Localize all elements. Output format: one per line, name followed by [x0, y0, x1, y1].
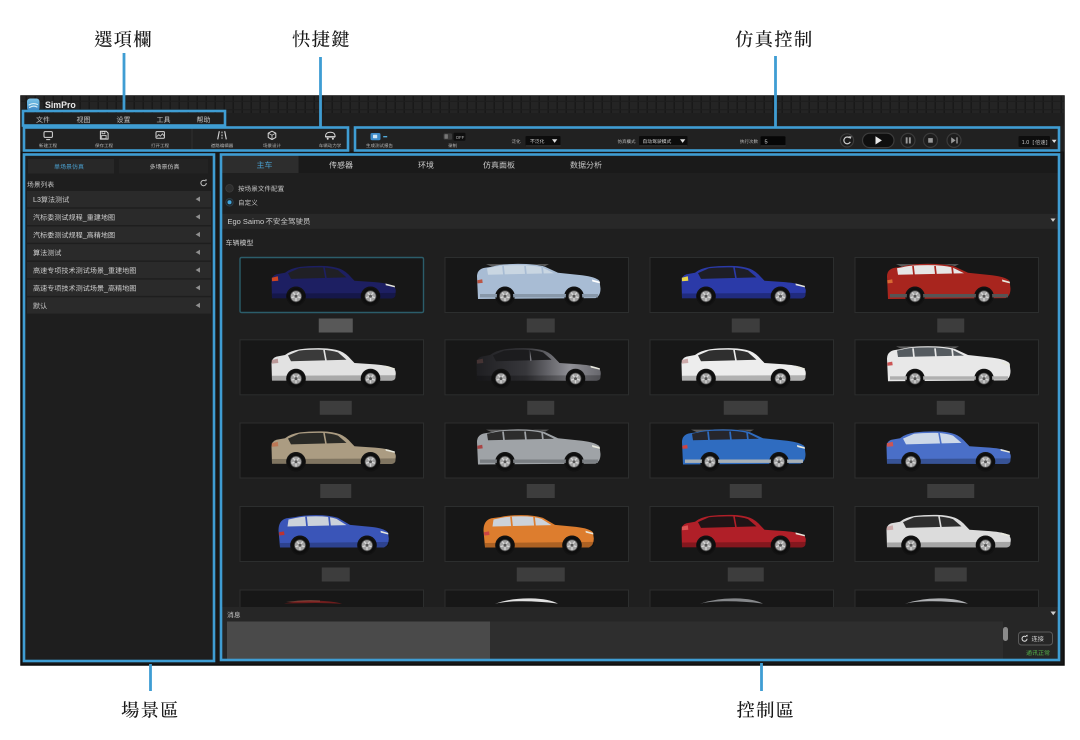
- svg-text:L3: L3: [33, 196, 41, 204]
- svg-text:SimPro: SimPro: [45, 100, 76, 110]
- svg-text:Ego Saimo: Ego Saimo: [228, 217, 265, 226]
- svg-text:1.0: 1.0: [1022, 140, 1029, 146]
- svg-text:5: 5: [765, 139, 768, 145]
- svg-text:OFF: OFF: [456, 135, 465, 140]
